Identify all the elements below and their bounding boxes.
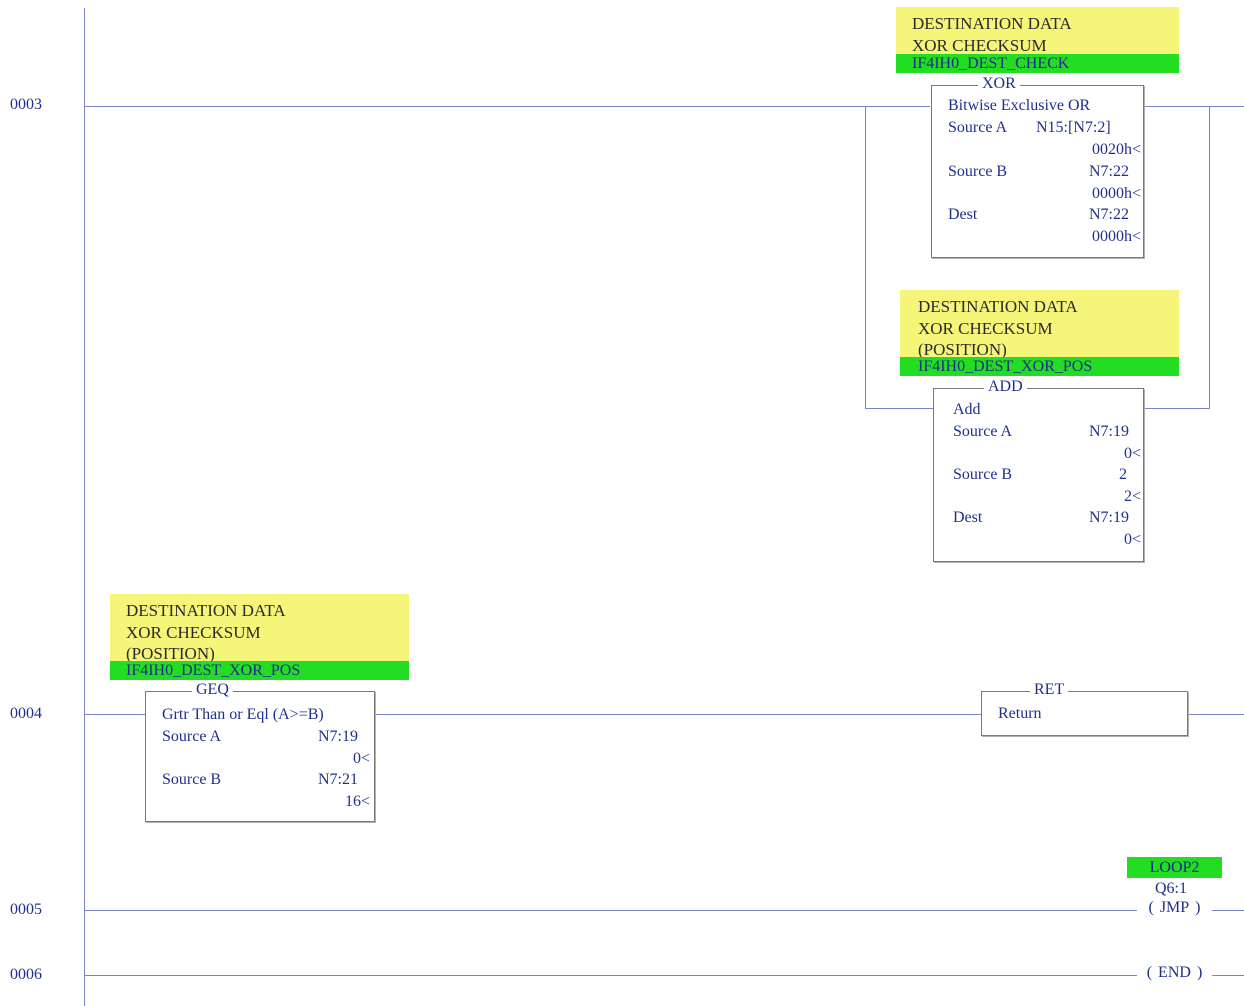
rung-0004-wire-mid — [375, 714, 981, 715]
left-power-rail — [84, 8, 85, 1006]
xor-symbol-tag[interactable]: IF4IH0_DEST_CHECK — [896, 54, 1179, 73]
add-dest-value: 0< — [1123, 531, 1141, 548]
add-dest-address[interactable]: N7:19 — [1089, 509, 1129, 527]
xor-dest-value: 0000h< — [1091, 228, 1141, 245]
end-coil[interactable]: (END) — [1137, 964, 1212, 982]
branch-bottom-left — [865, 408, 933, 409]
xor-source-a-address[interactable]: N15:[N7:2] — [1036, 119, 1111, 137]
ret-description: Return — [998, 705, 1042, 722]
geq-instruction-block[interactable]: GEQ Grtr Than or Eql (A>=B) Source A N7:… — [145, 681, 375, 822]
jmp-coil[interactable]: ( JMP) — [1137, 899, 1212, 917]
xor-comment-line-2: XOR CHECKSUM — [912, 35, 1047, 55]
ret-block-title: RET — [1030, 681, 1069, 699]
xor-source-a-label: Source A — [948, 119, 1008, 136]
geq-source-a-address[interactable]: N7:19 — [318, 728, 358, 746]
xor-comment-line-1: DESTINATION DATA — [912, 14, 1072, 33]
rung-0005-wire-right — [1212, 910, 1244, 911]
jmp-coil-right-paren: ) — [1195, 899, 1201, 916]
branch-right-vertical — [1209, 106, 1210, 409]
add-source-a-address[interactable]: N7:19 — [1089, 423, 1129, 441]
rung-0005-wire-left — [85, 910, 1137, 911]
geq-source-a-label: Source A — [162, 728, 222, 745]
geq-source-b-address[interactable]: N7:21 — [318, 771, 358, 789]
geq-comment-line-2: XOR CHECKSUM — [126, 622, 261, 642]
jmp-coil-left-paren: ( — [1148, 899, 1154, 916]
rung-0004-wire-left — [85, 714, 145, 715]
add-dest-label: Dest — [953, 509, 983, 526]
xor-dest-address[interactable]: N7:22 — [1089, 206, 1129, 224]
add-comment-line-2: XOR CHECKSUM — [918, 318, 1053, 338]
add-source-a-label: Source A — [953, 423, 1013, 440]
branch-bottom-right — [1144, 408, 1210, 409]
rung-0003-wire-left — [85, 106, 930, 107]
end-coil-right-paren: ) — [1196, 964, 1203, 981]
geq-symbol-tag[interactable]: IF4IH0_DEST_XOR_POS — [110, 661, 409, 680]
jmp-coil-label: JMP — [1159, 899, 1190, 916]
add-comment: DESTINATION DATA XOR CHECKSUM (POSITION) — [900, 290, 1179, 360]
geq-comment: DESTINATION DATA XOR CHECKSUM (POSITION) — [110, 594, 409, 664]
rung-0006-wire-left — [85, 975, 1137, 976]
rung-number-0005[interactable]: 0005 — [10, 901, 42, 919]
add-source-b-label: Source B — [953, 466, 1013, 483]
xor-source-b-value: 0000h< — [1091, 185, 1141, 202]
add-instruction-block[interactable]: ADD Add Source A N7:19 0< Source B 2 2< … — [933, 378, 1144, 562]
xor-comment: DESTINATION DATA XOR CHECKSUM — [896, 7, 1179, 61]
rung-number-0004[interactable]: 0004 — [10, 705, 42, 723]
geq-description: Grtr Than or Eql (A>=B) — [162, 706, 324, 723]
geq-block-title: GEQ — [192, 681, 233, 699]
rung-0004-wire-right — [1188, 714, 1244, 715]
add-source-b-value: 2< — [1123, 488, 1141, 505]
rung-0006-wire-right — [1212, 975, 1244, 976]
add-comment-line-1: DESTINATION DATA — [918, 297, 1078, 316]
geq-comment-line-1: DESTINATION DATA — [126, 601, 286, 620]
add-description: Add — [953, 401, 981, 418]
geq-source-b-value: 16< — [344, 793, 370, 810]
rung-number-0006[interactable]: 0006 — [10, 966, 42, 984]
xor-block-title: XOR — [978, 75, 1020, 93]
xor-source-a-value: 0020h< — [1091, 141, 1141, 158]
xor-description: Bitwise Exclusive OR — [948, 97, 1091, 114]
xor-source-b-label: Source B — [948, 163, 1008, 180]
jmp-address[interactable]: Q6:1 — [1155, 880, 1187, 898]
ret-instruction-block[interactable]: RET Return — [981, 681, 1188, 736]
add-symbol-tag[interactable]: IF4IH0_DEST_XOR_POS — [900, 357, 1179, 376]
jmp-label-tag[interactable]: LOOP2 — [1127, 857, 1222, 878]
branch-left-vertical — [865, 106, 866, 409]
xor-instruction-block[interactable]: XOR Bitwise Exclusive OR Source A N15:[N… — [931, 75, 1144, 258]
xor-source-b-address[interactable]: N7:22 — [1089, 163, 1129, 181]
geq-source-a-value: 0< — [352, 750, 370, 767]
rung-number-0003[interactable]: 0003 — [10, 96, 42, 114]
add-source-b-address[interactable]: 2 — [1119, 466, 1127, 484]
end-coil-label: END — [1158, 964, 1191, 981]
geq-source-b-label: Source B — [162, 771, 222, 788]
rung-0003-wire-right — [1144, 106, 1244, 107]
add-source-a-value: 0< — [1123, 445, 1141, 462]
add-block-title: ADD — [984, 378, 1027, 396]
xor-dest-label: Dest — [948, 206, 978, 223]
